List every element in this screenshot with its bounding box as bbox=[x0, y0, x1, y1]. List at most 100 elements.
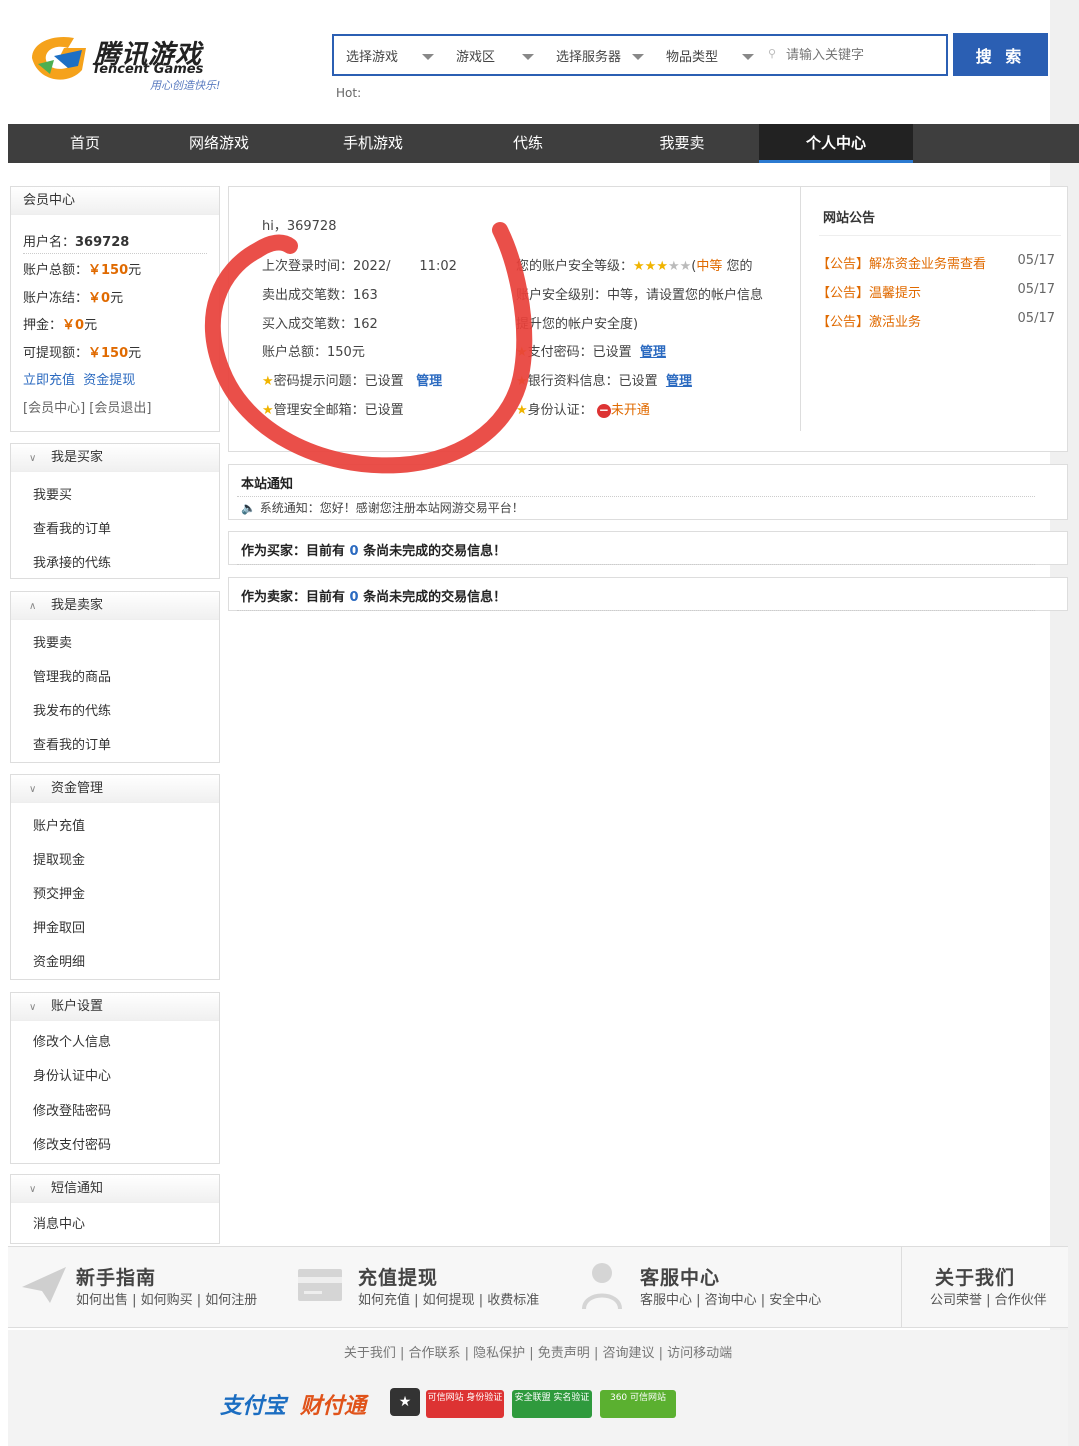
footer-guide-title[interactable]: 新手指南 bbox=[76, 1263, 156, 1290]
footer-bottom-links[interactable]: 关于我们 | 合作联系 | 隐私保护 | 免责声明 | 咨询建议 | 访问移动端 bbox=[8, 1342, 1068, 1361]
footer-recharge-title[interactable]: 充值提现 bbox=[358, 1263, 438, 1290]
sms-menu: ∨ 短信通知 消息中心 bbox=[10, 1174, 220, 1244]
deposit-line: 押金：￥0元 bbox=[23, 318, 98, 333]
chevron-down-icon: ∨ bbox=[29, 1184, 37, 1195]
chevron-down-icon[interactable] bbox=[522, 54, 534, 60]
nav-online-games[interactable]: 网络游戏 bbox=[142, 124, 296, 163]
sidebar-item-change-login-password[interactable]: 修改登陆密码 bbox=[33, 1100, 111, 1119]
sidebar-item-change-pay-password[interactable]: 修改支付密码 bbox=[33, 1134, 111, 1153]
credit-site-badge[interactable]: 可信网站 身份验证 bbox=[426, 1390, 504, 1418]
sidebar-item-recharge[interactable]: 账户充值 bbox=[33, 815, 85, 834]
announcement-item[interactable]: 【公告】解冻资金业务需查看 bbox=[817, 253, 986, 272]
forbidden-icon: − bbox=[596, 403, 611, 418]
member-center-link[interactable]: [会员中心] bbox=[23, 401, 85, 416]
search-icon: ⚲ bbox=[768, 47, 777, 60]
alipay-badge[interactable]: 支付宝 bbox=[220, 1388, 286, 1420]
seller-menu-header[interactable]: ∧ 我是卖家 bbox=[11, 592, 219, 620]
sidebar-item-fund-details[interactable]: 资金明细 bbox=[33, 951, 85, 970]
chevron-up-icon: ∧ bbox=[29, 601, 37, 612]
sidebar-item-buy[interactable]: 我要买 bbox=[33, 484, 72, 503]
account-settings-header[interactable]: ∨ 账户设置 bbox=[11, 993, 219, 1021]
deposit-value: ￥0 bbox=[62, 318, 85, 333]
chevron-down-icon[interactable] bbox=[742, 54, 754, 60]
nav-personal-center[interactable]: 个人中心 bbox=[759, 124, 913, 163]
logout-link[interactable]: [会员退出] bbox=[89, 401, 151, 416]
search-input[interactable] bbox=[784, 44, 944, 66]
sidebar-item-published-boosting[interactable]: 我发布的代练 bbox=[33, 700, 111, 719]
chevron-down-icon: ∨ bbox=[29, 453, 37, 464]
sms-menu-header[interactable]: ∨ 短信通知 bbox=[11, 1175, 219, 1203]
chevron-down-icon: ∨ bbox=[29, 1002, 37, 1013]
sidebar-item-sell[interactable]: 我要卖 bbox=[33, 632, 72, 651]
select-server[interactable]: 选择服务器 bbox=[556, 46, 621, 65]
nav-home[interactable]: 首页 bbox=[8, 124, 162, 163]
footer-guide-links[interactable]: 如何出售 | 如何购买 | 如何注册 bbox=[76, 1289, 257, 1308]
pay-password-manage-link[interactable]: 管理 bbox=[640, 345, 666, 360]
select-zone[interactable]: 游戏区 bbox=[456, 46, 495, 65]
sidebar-item-seller-orders[interactable]: 查看我的订单 bbox=[33, 734, 111, 753]
buyer-menu-header[interactable]: ∨ 我是买家 bbox=[11, 444, 219, 472]
sidebar-item-accepted-boosting[interactable]: 我承接的代练 bbox=[33, 552, 111, 571]
announcement-date: 05/17 bbox=[1017, 253, 1055, 268]
footer-service-links[interactable]: 客服中心 | 咨询中心 | 安全中心 bbox=[640, 1289, 821, 1308]
sidebar-item-buyer-orders[interactable]: 查看我的订单 bbox=[33, 518, 111, 537]
sidebar-item-message-center[interactable]: 消息中心 bbox=[33, 1213, 85, 1232]
search-bar: 选择游戏 游戏区 选择服务器 物品类型 ⚲ bbox=[332, 34, 948, 76]
buyer-pending-box: 作为买家：目前有 0 条尚未完成的交易信息！ bbox=[228, 531, 1068, 565]
member-center-box: 会员中心 用户名：369728 账户总额：￥150元 账户冻结：￥0元 押金：￥… bbox=[10, 186, 220, 432]
star-icon: ★★★ bbox=[633, 259, 668, 274]
security-desc: 账户安全级别：中等，请设置您的帐户信息 bbox=[516, 288, 764, 303]
sidebar-item-withdraw-cash[interactable]: 提取现金 bbox=[33, 849, 85, 868]
chevron-down-icon[interactable] bbox=[422, 54, 434, 60]
main-nav: 首页 网络游戏 手机游戏 代练 我要卖 个人中心 bbox=[8, 124, 1079, 163]
select-item-type[interactable]: 物品类型 bbox=[666, 46, 718, 65]
sidebar-item-retrieve-deposit[interactable]: 押金取回 bbox=[33, 917, 85, 936]
withdraw-link[interactable]: 资金提现 bbox=[83, 373, 135, 388]
announcement-item[interactable]: 【公告】温馨提示 bbox=[817, 282, 921, 301]
account-total-value: ￥150 bbox=[88, 263, 129, 278]
recharge-link[interactable]: 立即充值 bbox=[23, 373, 75, 388]
account-total-line: 账户总额：￥150元 bbox=[23, 263, 142, 278]
nav-sell[interactable]: 我要卖 bbox=[605, 124, 759, 163]
mascot-badge-icon[interactable]: ★ bbox=[390, 1388, 420, 1416]
sidebar-item-manage-goods[interactable]: 管理我的商品 bbox=[33, 666, 111, 685]
footer-about-links[interactable]: 公司荣誉 | 合作伙伴 bbox=[930, 1289, 1047, 1308]
bank-info-manage-link[interactable]: 管理 bbox=[666, 374, 692, 389]
buyer-menu: ∨ 我是买家 我要买 查看我的订单 我承接的代练 bbox=[10, 443, 220, 579]
v360-badge[interactable]: 360 可信网站 bbox=[600, 1390, 676, 1418]
red-circle-annotation bbox=[204, 222, 533, 474]
security-level-row: 您的账户安全等级：★★★★★(中等 您的 bbox=[516, 259, 753, 274]
account-frozen-value: ￥0 bbox=[88, 291, 111, 306]
nav-boosting[interactable]: 代练 bbox=[451, 124, 605, 163]
safe-alliance-badge[interactable]: 安全联盟 实名验证 bbox=[512, 1390, 592, 1418]
logo-en-text: Tencent Games bbox=[92, 62, 204, 77]
funds-menu-header[interactable]: ∨ 资金管理 bbox=[11, 775, 219, 803]
account-frozen-line: 账户冻结：￥0元 bbox=[23, 291, 124, 306]
sidebar-item-identity-center[interactable]: 身份认证中心 bbox=[33, 1065, 111, 1084]
sidebar-item-prepay-deposit[interactable]: 预交押金 bbox=[33, 883, 85, 902]
select-game[interactable]: 选择游戏 bbox=[346, 46, 398, 65]
announcement-item[interactable]: 【公告】激活业务 bbox=[817, 311, 921, 330]
logo-mark-icon bbox=[32, 36, 86, 80]
chevron-down-icon[interactable] bbox=[632, 54, 644, 60]
nav-mobile-games[interactable]: 手机游戏 bbox=[296, 124, 450, 163]
card-icon bbox=[298, 1269, 342, 1301]
footer-service-title[interactable]: 客服中心 bbox=[640, 1263, 720, 1290]
username-line: 用户名：369728 bbox=[23, 235, 130, 250]
tencent-games-logo[interactable]: 腾讯游戏 Tencent Games 用心创造快乐! bbox=[24, 30, 244, 100]
account-settings-menu: ∨ 账户设置 修改个人信息 身份认证中心 修改登陆密码 修改支付密码 bbox=[10, 992, 220, 1164]
tenpay-badge[interactable]: 财付通 bbox=[300, 1388, 366, 1420]
sidebar-item-edit-profile[interactable]: 修改个人信息 bbox=[33, 1031, 111, 1050]
withdrawable-value: ￥150 bbox=[88, 346, 129, 361]
site-notice-text-row: 🔈 系统通知：您好！感谢您注册本站网游交易平台！ bbox=[241, 501, 524, 515]
announcements-title: 网站公告 bbox=[823, 211, 876, 226]
star-rating: ★★★★★ bbox=[633, 259, 691, 274]
search-button[interactable]: 搜 索 bbox=[953, 33, 1048, 76]
chevron-down-icon: ∨ bbox=[29, 784, 37, 795]
customer-service-icon bbox=[582, 1263, 622, 1310]
footer-recharge-links[interactable]: 如何充值 | 如何提现 | 收费标准 bbox=[358, 1289, 539, 1308]
footer-about-title[interactable]: 关于我们 bbox=[935, 1263, 1015, 1290]
star-empty-icon: ★★ bbox=[667, 259, 692, 274]
footer-help-bar: 新手指南 如何出售 | 如何购买 | 如何注册 充值提现 如何充值 | 如何提现… bbox=[8, 1246, 1068, 1328]
identity-status[interactable]: 未开通 bbox=[611, 403, 650, 418]
